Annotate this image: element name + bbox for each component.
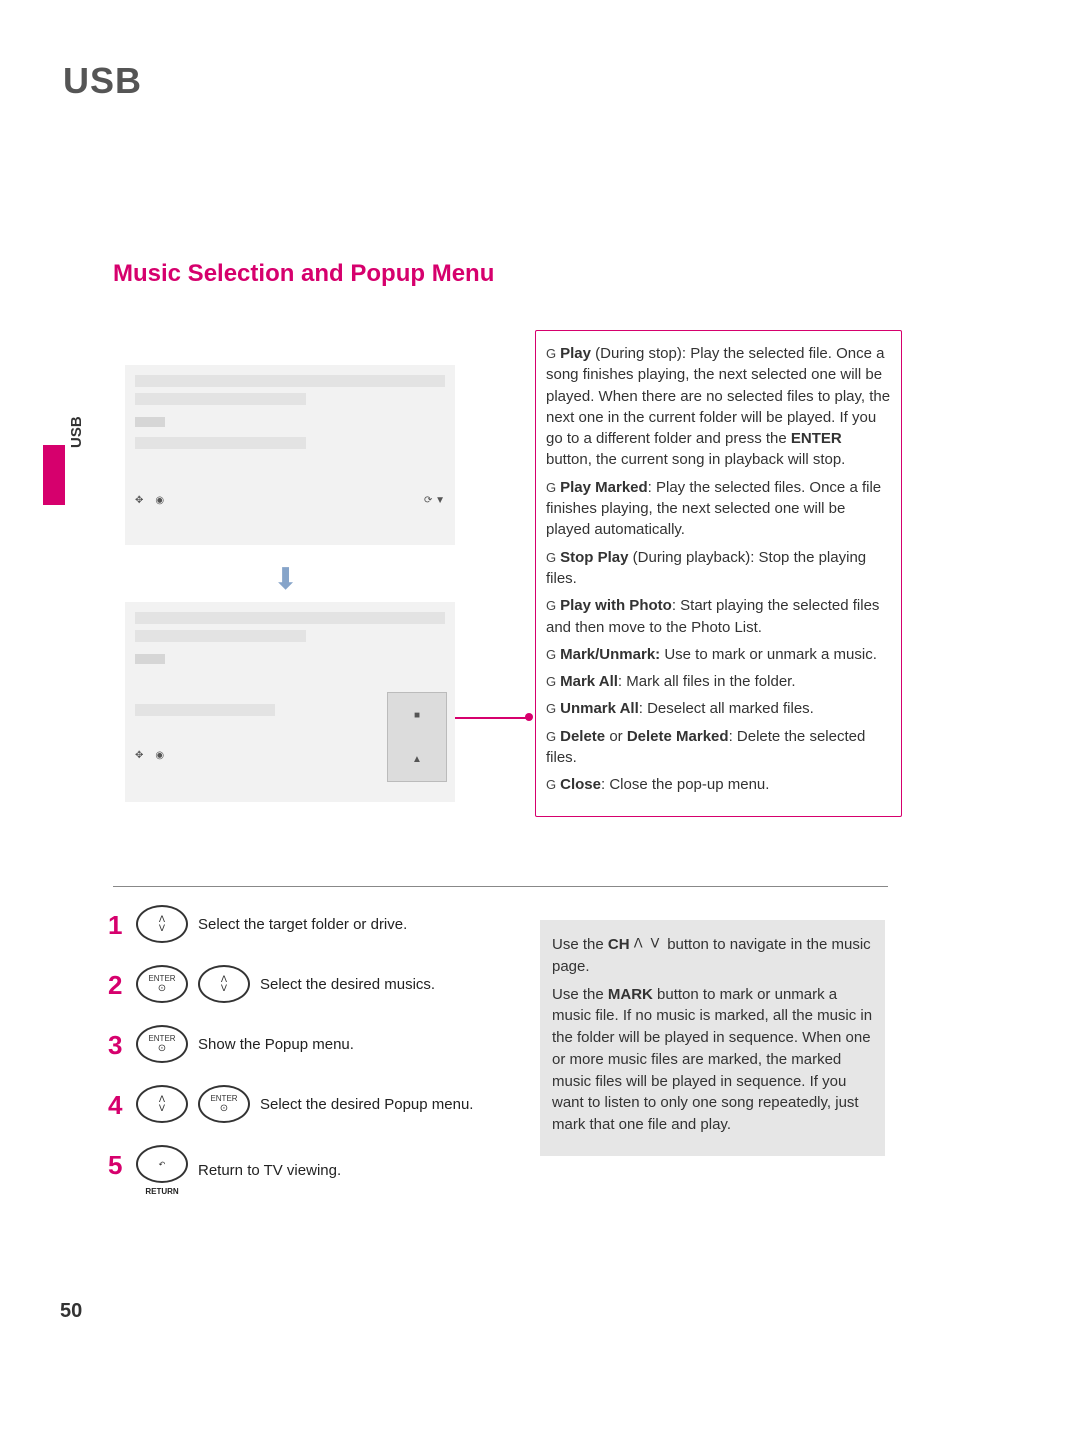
popup-menu-box[interactable]: ■ ▲: [387, 692, 447, 782]
menu-description-panel: GPlay (During stop): Play the selected f…: [535, 330, 902, 817]
return-button-icon: ↶: [136, 1145, 188, 1183]
page-title: USB: [63, 60, 142, 102]
record-icon: ◉: [155, 495, 164, 506]
step-number: 1: [108, 910, 126, 941]
usage-hint: Use the CH ᐱ ᐯ button to navigate in the…: [540, 920, 885, 1156]
section-heading: Music Selection and Popup Menu: [113, 260, 494, 288]
step-3: 3 ENTER Show the Popup menu.: [108, 1025, 538, 1063]
nav-button-icon: [136, 905, 188, 943]
move-icon: ✥: [135, 495, 143, 506]
desc-mark-unmark: GMark/Unmark: Use to mark or unmark a mu…: [546, 644, 891, 665]
chevron-up-icon: ᐱ: [634, 937, 651, 952]
music-list-screenshot-1: ✥ ◉ ⟳ ▼: [125, 365, 455, 545]
desc-play-with-photo: GPlay with Photo: Start playing the sele…: [546, 595, 891, 638]
step-text: Return to TV viewing.: [198, 1162, 341, 1179]
desc-delete: GDelete or Delete Marked: Delete the sel…: [546, 726, 891, 769]
step-text: Show the Popup menu.: [198, 1036, 354, 1053]
popup-stop-icon: ■: [414, 710, 420, 721]
step-number: 3: [108, 1030, 126, 1061]
callout-dot: [525, 713, 533, 721]
desc-stop-play: GStop Play (During playback): Stop the p…: [546, 547, 891, 590]
desc-close: GClose: Close the pop-up menu.: [546, 774, 891, 795]
popup-up-icon: ▲: [412, 754, 422, 765]
step-number: 5: [108, 1150, 126, 1181]
section-tab: [43, 445, 65, 505]
callout-line: [455, 717, 530, 719]
nav-button-icon: [198, 965, 250, 1003]
step-5: 5 ↶ RETURN Return to TV viewing.: [108, 1145, 538, 1196]
steps-list: 1 Select the target folder or drive. 2 E…: [108, 905, 538, 1218]
step-number: 2: [108, 970, 126, 1001]
section-tab-label: USB: [68, 416, 85, 448]
return-label: RETURN: [145, 1187, 178, 1196]
nav-button-icon: [136, 1085, 188, 1123]
step-4: 4 ENTER Select the desired Popup menu.: [108, 1085, 538, 1123]
desc-mark-all: GMark All: Mark all files in the folder.: [546, 671, 891, 692]
desc-play-marked: GPlay Marked: Play the selected files. O…: [546, 477, 891, 541]
manual-page: USB USB Music Selection and Popup Menu ✥…: [0, 0, 1080, 1439]
enter-button-icon: ENTER: [136, 965, 188, 1003]
page-indicator-icon: ⟳ ▼: [424, 495, 445, 506]
down-arrow-icon: ⬇: [273, 562, 298, 597]
page-number: 50: [60, 1300, 82, 1323]
chevron-down-icon: ᐯ: [650, 937, 667, 952]
step-text: Select the target folder or drive.: [198, 916, 407, 933]
step-text: Select the desired musics.: [260, 976, 435, 993]
desc-unmark-all: GUnmark All: Deselect all marked files.: [546, 698, 891, 719]
enter-button-icon: ENTER: [136, 1025, 188, 1063]
desc-play: GPlay (During stop): Play the selected f…: [546, 343, 891, 471]
step-number: 4: [108, 1090, 126, 1121]
step-2: 2 ENTER Select the desired musics.: [108, 965, 538, 1003]
enter-button-icon: ENTER: [198, 1085, 250, 1123]
divider: [113, 886, 888, 887]
record-icon: ◉: [155, 750, 164, 761]
step-1: 1 Select the target folder or drive.: [108, 905, 538, 943]
move-icon: ✥: [135, 750, 143, 761]
music-list-screenshot-2: ✥ ◉ ■ ▲: [125, 602, 455, 802]
step-text: Select the desired Popup menu.: [260, 1096, 473, 1113]
